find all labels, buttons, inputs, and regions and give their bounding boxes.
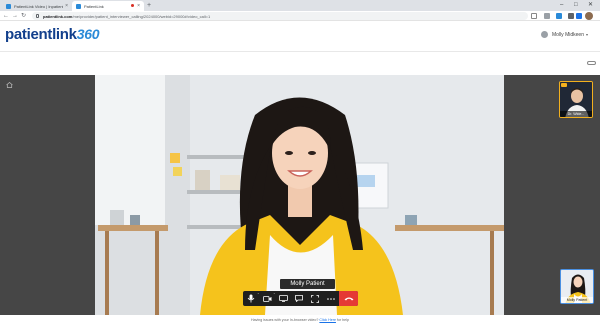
fullscreen-button[interactable] — [307, 291, 323, 306]
close-window-button[interactable]: ✕ — [588, 1, 593, 10]
tab-favicon-icon — [76, 3, 81, 9]
help-link[interactable]: Click Here — [319, 318, 336, 322]
fullscreen-icon — [311, 294, 319, 303]
footer-trailing-text: for help — [336, 318, 349, 322]
self-view-label: Molly Patient — [561, 297, 593, 303]
camera-button[interactable]: ^ — [259, 291, 275, 306]
remote-participant-label: Dr. Wide... — [560, 111, 592, 117]
end-call-button[interactable] — [339, 291, 358, 306]
back-arrow-icon[interactable]: ← — [3, 12, 9, 20]
address-bar[interactable]: patientlink.com/me/provider/patient_inte… — [32, 12, 528, 20]
minimize-button[interactable]: – — [560, 1, 563, 10]
chat-icon — [295, 295, 303, 302]
remote-participant-thumbnail[interactable]: Dr. Wide... — [559, 81, 593, 118]
user-name: Molly Midkeen — [552, 31, 584, 38]
share-screen-button[interactable] — [275, 291, 291, 306]
maximize-button[interactable]: □ — [574, 1, 578, 10]
forward-arrow-icon[interactable]: → — [12, 12, 18, 20]
browser-toolbar: ← → ↻ patientlink.com/me/provider/patien… — [0, 11, 600, 21]
url-text: patientlink.com/me/provider/patient_inte… — [43, 13, 211, 19]
share-icon[interactable] — [544, 13, 550, 19]
reload-icon[interactable]: ↻ — [21, 12, 26, 20]
more-options-button[interactable] — [323, 291, 339, 306]
participant-name-tag: Molly Patient — [280, 279, 335, 289]
home-icon[interactable] — [6, 82, 13, 88]
tab-title: PatientLink — [84, 3, 104, 9]
app-header: patientlink360 Molly Midkeen ▾ — [0, 21, 600, 51]
tab-close-icon[interactable]: × — [137, 3, 140, 9]
browser-tab-1[interactable]: PatientLink Video | Inpatient × — [2, 1, 72, 11]
camera-permission-icon[interactable] — [531, 13, 537, 19]
lock-icon — [36, 14, 39, 18]
camera-icon — [262, 295, 271, 302]
puzzle-icon[interactable] — [568, 13, 574, 19]
hang-up-icon — [344, 297, 353, 301]
browser-profile-avatar[interactable] — [585, 12, 593, 20]
self-view-thumbnail[interactable]: Molly Patient — [560, 269, 594, 304]
new-tab-button[interactable]: + — [147, 1, 151, 10]
tab-favicon-icon — [6, 3, 11, 9]
tab-close-icon[interactable]: × — [65, 3, 68, 9]
call-controls-toolbar: ^ ^ — [243, 291, 358, 306]
user-menu[interactable]: Molly Midkeen ▾ — [541, 31, 588, 38]
call-info-bar — [0, 51, 600, 75]
active-speaker-badge — [561, 83, 567, 87]
patientlink-logo[interactable]: patientlink360 — [5, 25, 99, 44]
microphone-button[interactable]: ^ — [243, 291, 259, 306]
screen-share-icon — [278, 295, 288, 302]
user-avatar-icon — [541, 31, 549, 38]
chat-button[interactable] — [291, 291, 307, 306]
left-side-panel — [0, 75, 95, 315]
microphone-icon — [247, 294, 255, 303]
collapse-icon[interactable] — [587, 61, 596, 65]
chevron-down-icon: ▾ — [585, 32, 588, 37]
footer-text: Having issues with your In-browser video… — [251, 318, 319, 322]
browser-tab-strip: PatientLink Video | Inpatient × PatientL… — [0, 0, 600, 11]
more-dots-icon — [327, 297, 335, 300]
extension-icon[interactable] — [556, 13, 562, 19]
tab-title: PatientLink Video | Inpatient — [14, 3, 64, 9]
extension-blue-icon[interactable] — [576, 13, 582, 19]
help-footer: Having issues with your In-browser video… — [0, 315, 600, 326]
recording-indicator-icon — [131, 4, 134, 7]
